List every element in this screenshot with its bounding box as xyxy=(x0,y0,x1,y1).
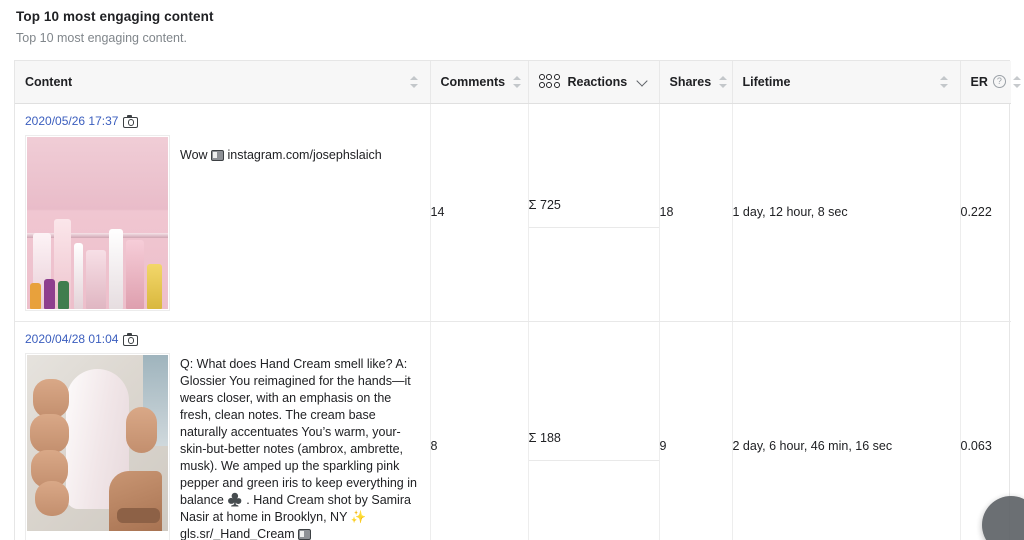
cell-content: 2020/05/26 17:37 Wow instagram.com/josep… xyxy=(15,103,431,322)
column-label-comments: Comments xyxy=(440,74,506,89)
post-text: Q: What does Hand Cream smell like? A: G… xyxy=(180,353,420,540)
sigma-icon: Σ xyxy=(528,196,537,212)
reactions-bar xyxy=(528,460,659,461)
cell-lifetime: 1 day, 12 hour, 8 sec xyxy=(732,103,961,322)
reactions-icon xyxy=(538,73,561,90)
table-row: 2020/05/26 17:37 Wow instagram.com/josep… xyxy=(15,103,1011,322)
column-header-shares[interactable]: Shares xyxy=(659,61,733,104)
reactions-total: 725 xyxy=(540,197,561,212)
post-text-before: Wow xyxy=(180,147,212,162)
cell-lifetime: 2 day, 6 hour, 46 min, 16 sec xyxy=(732,321,961,540)
column-label-lifetime: Lifetime xyxy=(742,74,791,89)
post-text-after: instagram.com/josephslaich xyxy=(224,147,382,162)
cell-comments: 8 xyxy=(430,321,529,540)
help-icon[interactable]: ? xyxy=(992,75,1006,89)
reactions-value: Σ 188 xyxy=(529,430,659,445)
panel-subtitle: Top 10 most engaging content. xyxy=(16,31,187,45)
sort-icon[interactable] xyxy=(511,74,522,90)
cell-comments: 14 xyxy=(430,103,529,322)
table-body: 2020/05/26 17:37 Wow instagram.com/josep… xyxy=(15,103,1011,540)
reactions-bar xyxy=(528,226,659,228)
cell-shares: 9 xyxy=(659,321,733,540)
post-date-link[interactable]: 2020/04/28 01:04 xyxy=(15,322,430,353)
post-text: Wow instagram.com/josephslaich xyxy=(180,135,420,311)
page-title: Top 10 most engaging content xyxy=(16,9,214,24)
thumbnail-image xyxy=(27,136,168,309)
post-thumbnail[interactable] xyxy=(25,134,170,311)
table-header: Content Comments Reactions Shares Lifeti… xyxy=(15,61,1011,104)
instagram-icon xyxy=(211,149,225,161)
chevron-down-icon[interactable] xyxy=(637,76,649,88)
post-text-before: Q: What does Hand Cream smell like? A: G… xyxy=(180,356,417,540)
post-date-text: 2020/04/28 01:04 xyxy=(25,331,119,346)
thumbnail-image xyxy=(27,354,168,531)
column-header-er[interactable]: ER ? xyxy=(960,61,1011,104)
post-body: Wow instagram.com/josephslaich xyxy=(15,134,430,321)
content-table-wrapper: Content Comments Reactions Shares Lifeti… xyxy=(14,60,1011,540)
table-row: 2020/04/28 01:04 Q: What does Hand Cream… xyxy=(15,321,1011,540)
reactions-value: Σ 725 xyxy=(529,197,659,212)
column-label-content: Content xyxy=(25,74,73,89)
column-label-shares: Shares xyxy=(669,74,712,89)
sort-icon[interactable] xyxy=(939,74,950,90)
camera-icon xyxy=(123,333,139,346)
camera-icon xyxy=(123,115,139,128)
reactions-total: 188 xyxy=(540,431,561,445)
cell-content: 2020/04/28 01:04 Q: What does Hand Cream… xyxy=(15,321,431,540)
column-label-er: ER xyxy=(970,74,988,89)
post-date-text: 2020/05/26 17:37 xyxy=(25,113,119,128)
cell-shares: 18 xyxy=(659,103,733,322)
column-header-reactions[interactable]: Reactions xyxy=(528,61,660,104)
sigma-icon: Σ xyxy=(528,430,537,445)
cell-reactions[interactable]: Σ 725 xyxy=(528,103,660,322)
post-body: Q: What does Hand Cream smell like? A: G… xyxy=(15,352,430,540)
post-date-link[interactable]: 2020/05/26 17:37 xyxy=(15,104,430,135)
sort-icon[interactable] xyxy=(1012,74,1023,90)
post-thumbnail[interactable] xyxy=(25,352,170,540)
column-header-lifetime[interactable]: Lifetime xyxy=(732,61,961,104)
panel-header: Top 10 most engaging content Top 10 most… xyxy=(0,0,1024,46)
top-content-table: Content Comments Reactions Shares Lifeti… xyxy=(15,61,1011,540)
report-page: Top 10 most engaging content Top 10 most… xyxy=(0,0,1024,540)
sort-icon[interactable] xyxy=(717,74,728,90)
column-header-content[interactable]: Content xyxy=(15,61,431,104)
column-header-comments[interactable]: Comments xyxy=(430,61,529,104)
column-label-reactions: Reactions xyxy=(567,74,628,89)
sort-icon[interactable] xyxy=(409,74,420,90)
cell-er: 0.222 xyxy=(960,103,1011,322)
table-header-row: Content Comments Reactions Shares Lifeti… xyxy=(15,61,1011,104)
instagram-icon xyxy=(298,528,312,540)
cell-reactions[interactable]: Σ 188 xyxy=(528,321,660,540)
